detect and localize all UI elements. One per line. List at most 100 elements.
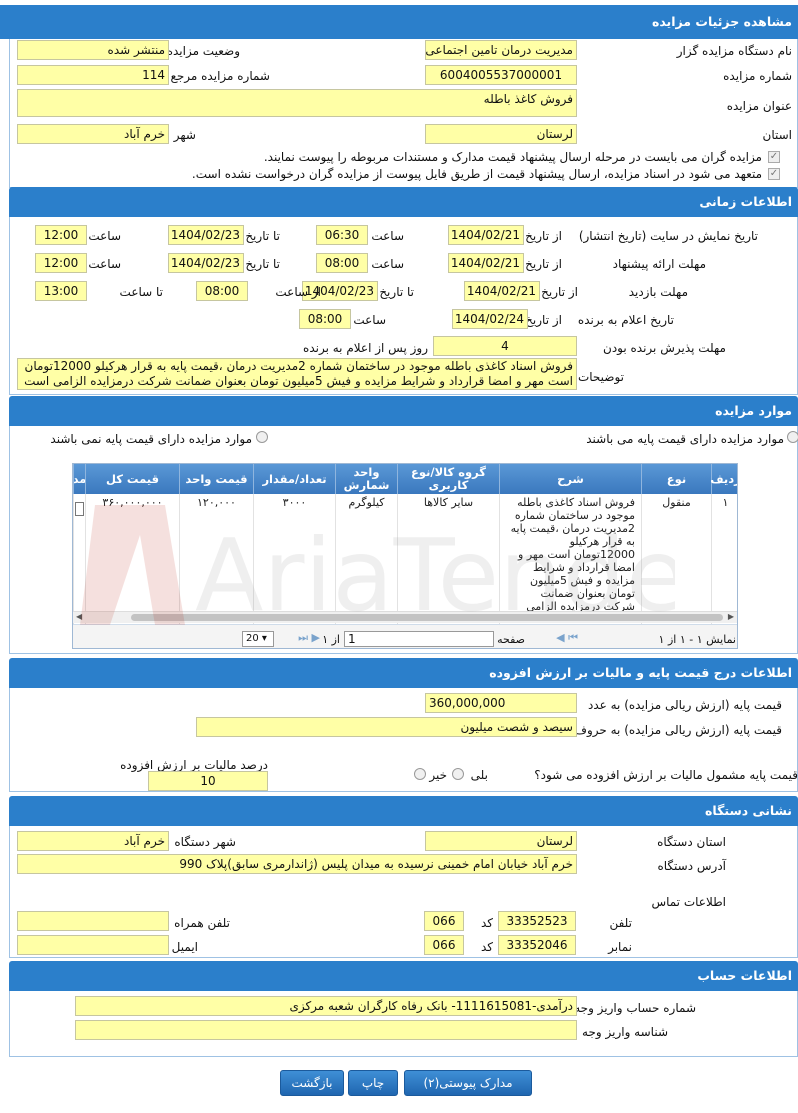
org-province-field[interactable]: لرستان [425, 831, 577, 851]
winner-time-field[interactable]: 08:00 [299, 309, 351, 329]
payment-id-field[interactable] [75, 1020, 577, 1040]
mobile-label: تلفن همراه [174, 916, 230, 930]
display-from-time-field[interactable]: 06:30 [316, 225, 368, 245]
attached-docs-button[interactable]: مدارک پیوستی(۲) [404, 1070, 532, 1096]
email-label: ایمیل [171, 940, 198, 954]
notes-field[interactable]: فروش اسناد کاغذی باطله موجود در ساختمان … [17, 358, 577, 390]
org-field[interactable]: مدیریت درمان تامین اجتماعی [425, 40, 577, 60]
pager-page-label: صفحه [497, 633, 525, 646]
offer-to-field[interactable]: 1404/02/23 [168, 253, 244, 273]
number-label: شماره مزایده [723, 69, 792, 83]
visit-from-time-field[interactable]: 08:00 [196, 281, 248, 301]
with-base-price-radio[interactable] [787, 431, 798, 443]
without-base-price-radio[interactable] [256, 431, 268, 443]
visit-to-label: تا تاریخ [379, 285, 414, 299]
payment-id-label: شناسه واریز وجه [582, 1025, 668, 1039]
display-hour-label: ساعت [371, 229, 404, 243]
phone-field[interactable]: 33352523 [498, 911, 576, 931]
no-file-request-text: متعهد می شود در اسناد مزایده، ارسال پیشن… [191, 167, 762, 181]
notes-label: توضیحات [577, 370, 624, 384]
city-label: شهر [173, 128, 196, 142]
section-header-time: اطلاعات زمانی [9, 187, 798, 217]
vat-question: قیمت پایه مشمول مالیات بر ارزش افزوده می… [534, 768, 798, 782]
visit-from-field[interactable]: 1404/02/21 [464, 281, 540, 301]
phone-label: تلفن [609, 916, 632, 930]
pager-show-text: نمایش ۱ - ۱ از ۱ [658, 633, 736, 646]
col-unit: واحد شمارش [335, 464, 397, 494]
vat-yes-radio[interactable] [452, 768, 464, 780]
horizontal-scrollbar[interactable]: ◀ ▶ [73, 611, 737, 623]
offer-to-label: تا تاریخ [245, 257, 280, 271]
contact-label: اطلاعات تماس [651, 895, 726, 909]
display-to-field[interactable]: 1404/02/23 [168, 225, 244, 245]
pager-page-input[interactable]: 1 [344, 631, 494, 647]
province-field[interactable]: لرستان [425, 124, 577, 144]
offer-from-time-field[interactable]: 08:00 [316, 253, 368, 273]
winner-date-field[interactable]: 1404/02/24 [452, 309, 528, 329]
title-field[interactable]: فروش کاغذ باطله [17, 89, 577, 117]
attach-docs-text: مزایده گران می بایست در مرحله ارسال پیشن… [263, 150, 762, 164]
winner-from-label: از تاریخ [525, 313, 562, 327]
print-button[interactable]: چاپ [348, 1070, 398, 1096]
col-group: گروه کالا/نوع کاربری [397, 464, 499, 494]
fax-code-label: کد [480, 940, 493, 954]
scrollbar-thumb[interactable] [131, 614, 723, 621]
display-to-time-field[interactable]: 12:00 [35, 225, 87, 245]
section-header-details: مشاهده جزئیات مزایده [0, 5, 798, 39]
org-address-label: آدرس دستگاه [657, 859, 726, 873]
account-number-label: شماره حساب واریز وجه [574, 1001, 696, 1015]
base-number-field[interactable]: 360,000,000 [425, 693, 577, 713]
title-label: عنوان مزایده [726, 99, 792, 113]
with-base-price-text: موارد مزایده دارای قیمت پایه می باشند [586, 432, 784, 446]
province-label: استان [762, 128, 792, 142]
col-total: قیمت کل [85, 464, 179, 494]
org-city-field[interactable]: خرم آباد [17, 831, 169, 851]
col-unit-price: قیمت واحد [179, 464, 253, 494]
offer-from-label: از تاریخ [525, 257, 562, 271]
vat-no-label: خیر [429, 768, 447, 782]
fax-field[interactable]: 33352046 [498, 935, 576, 955]
fax-label: نمابر [608, 940, 632, 954]
back-button[interactable]: بازگشت [280, 1070, 344, 1096]
accept-suffix: روز پس از اعلام به برنده [303, 341, 428, 355]
fax-code-field[interactable]: 066 [424, 935, 464, 955]
offer-to-time-field[interactable]: 12:00 [35, 253, 87, 273]
number-field[interactable]: 6004005537000001 [425, 65, 577, 85]
org-address-field[interactable]: خرم آباد خیابان امام خمینی نرسیده به مید… [17, 854, 577, 874]
account-number-field[interactable]: درآمدی-1111615081- بانک رفاه کارگران شعب… [75, 996, 577, 1016]
without-base-price-text: موارد مزایده دارای قیمت پایه نمی باشند [50, 432, 252, 446]
accept-days-field[interactable]: 4 [433, 336, 577, 356]
city-field[interactable]: خرم آباد [17, 124, 169, 144]
display-from-field[interactable]: 1404/02/21 [448, 225, 524, 245]
pager-prev-icons[interactable]: ▶ ⏭ [298, 630, 320, 646]
offer-label: مهلت ارائه پیشنهاد [612, 257, 706, 271]
pager-next-icons[interactable]: ⏮ ◀ [556, 630, 578, 646]
visit-label: مهلت بازدید [628, 285, 688, 299]
ref-field[interactable]: 114 [17, 65, 169, 85]
winner-label: تاریخ اعلام به برنده [577, 313, 674, 327]
accept-label: مهلت پذیرش برنده بودن [603, 341, 726, 355]
base-words-field[interactable]: سیصد و شصت میلیون [196, 717, 577, 737]
display-label: تاریخ نمایش در سایت (تاریخ انتشار) [578, 229, 758, 243]
scroll-left-icon[interactable]: ◀ [76, 612, 82, 621]
offer-from-field[interactable]: 1404/02/21 [448, 253, 524, 273]
attach-docs-checkbox[interactable]: ✓ [768, 151, 780, 163]
mobile-field[interactable] [17, 911, 169, 931]
vat-no-radio[interactable] [414, 768, 426, 780]
vat-percent-field[interactable]: 10 [148, 771, 268, 791]
items-grid: ردیف نوع شرح گروه کالا/نوع کاربری واحد ش… [72, 463, 738, 649]
status-field[interactable]: منتشر شده [17, 40, 169, 60]
winner-hour-label: ساعت [353, 313, 386, 327]
display-to-hour-label: ساعت [88, 229, 121, 243]
phone-code-field[interactable]: 066 [424, 911, 464, 931]
page-size-select[interactable]: 20 ▾ [242, 631, 274, 647]
no-file-request-checkbox[interactable]: ✓ [768, 168, 780, 180]
scroll-right-icon[interactable]: ▶ [728, 612, 734, 621]
visit-from-hour-label: از ساعت [275, 285, 321, 299]
org-label: نام دستگاه مزایده گزار [676, 44, 792, 58]
email-field[interactable] [17, 935, 169, 955]
visit-to-time-field[interactable]: 13:00 [35, 281, 87, 301]
ref-label: شماره مزایده مرجع [170, 69, 270, 83]
base-words-label: قیمت پایه (ارزش ریالی مزایده) به حروف [574, 723, 782, 737]
section-header-address: نشانی دستگاه [9, 796, 798, 826]
